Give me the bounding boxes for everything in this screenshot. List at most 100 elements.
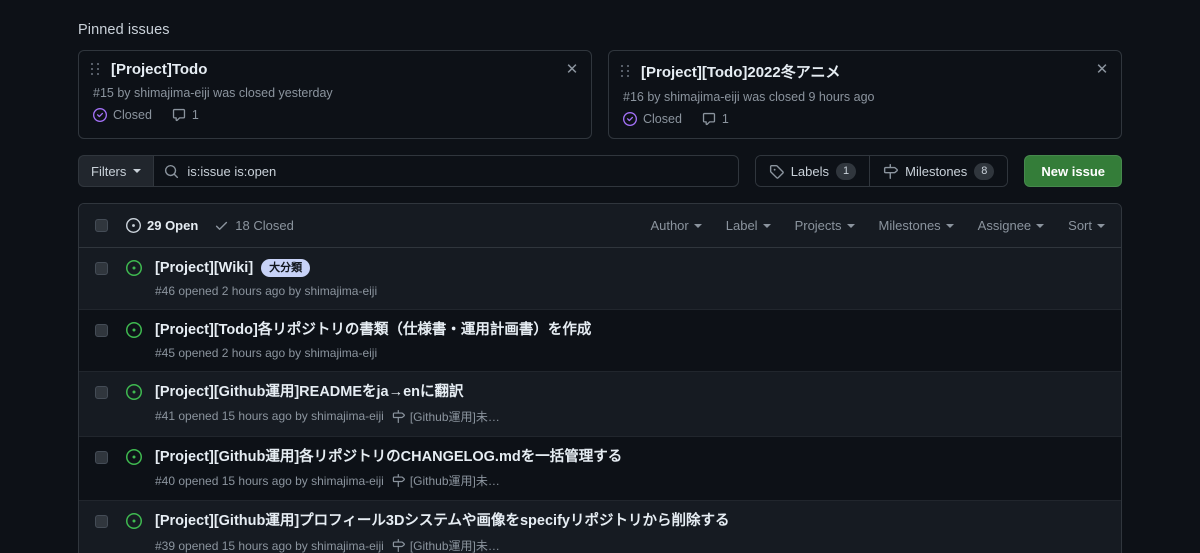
milestone-name: [Github運用]未… [409, 539, 500, 553]
issue-title[interactable]: [Project][Github運用]READMEをja→enに翻訳 [155, 383, 464, 402]
status-badge: Closed [93, 108, 152, 122]
pinned-comment-count[interactable]: 1 [702, 112, 729, 126]
issue-milestone[interactable]: [Github運用]未… [392, 537, 500, 553]
issue-opened-icon [126, 321, 142, 338]
milestones-count: 8 [974, 162, 995, 180]
pinned-issue-card[interactable]: [Project]Todo ✕ #15 by shimajima-eiji wa… [78, 50, 592, 139]
row-checkbox[interactable] [95, 385, 108, 399]
pinned-comment-value: 1 [191, 108, 199, 122]
pinned-issues-grid: [Project]Todo ✕ #15 by shimajima-eiji wa… [78, 50, 1122, 139]
sort-dropdown[interactable]: Sort [1068, 218, 1105, 233]
pinned-issue-title[interactable]: [Project][Todo]2022冬アニメ [641, 61, 1107, 82]
issue-meta: #41 opened 15 hours ago by shimajima-eij… [155, 408, 1105, 425]
search-field-wrapper[interactable] [153, 155, 739, 187]
milestones-dropdown[interactable]: Milestones [879, 218, 954, 233]
table-row[interactable]: [Project][Github運用]READMEをja→enに翻訳 #41 o… [79, 371, 1121, 437]
pinned-issue-meta: #16 by shimajima-eiji was closed 9 hours… [623, 90, 875, 104]
filter-toolbar: Filters Labels 1 Milestones [78, 155, 1122, 187]
issue-meta-text: #39 opened 15 hours ago by shimajima-eij… [155, 538, 384, 553]
issue-meta: #46 opened 2 hours ago by shimajima-eiji [155, 284, 1105, 298]
issue-title-line: [Project][Wiki] 大分類 [155, 259, 1105, 278]
close-icon[interactable]: ✕ [1095, 62, 1109, 77]
pinned-issue-state: Closed [113, 108, 152, 122]
milestone-name: [Github運用]未… [409, 409, 500, 424]
row-checkbox[interactable] [95, 323, 108, 337]
issue-label-chip[interactable]: 大分類 [261, 259, 311, 278]
comment-icon [172, 108, 186, 122]
comment-icon [702, 112, 716, 126]
issue-title[interactable]: [Project][Github運用]プロフィール3Dシステムや画像をspeci… [155, 512, 729, 531]
issue-meta-text: #46 opened 2 hours ago by shimajima-eiji [155, 283, 378, 298]
drag-handle-icon[interactable] [621, 65, 631, 79]
author-dropdown[interactable]: Author [650, 218, 702, 233]
pinned-issue-stats: Closed 1 [93, 108, 577, 122]
milestones-button[interactable]: Milestones 8 [869, 156, 1008, 186]
issue-title[interactable]: [Project][Github運用]各リポジトリのCHANGELOG.mdを一… [155, 448, 622, 467]
select-all-checkbox[interactable] [95, 219, 108, 232]
milestones-dd-label: Milestones [878, 218, 941, 233]
chevron-down-icon [846, 223, 855, 228]
issue-content: [Project][Github運用]プロフィール3Dシステムや画像をspeci… [155, 512, 1105, 553]
table-row[interactable]: [Project][Github運用]プロフィール3Dシステムや画像をspeci… [79, 501, 1121, 553]
issue-content: [Project][Wiki] 大分類 #46 opened 2 hours a… [155, 259, 1105, 298]
pinned-issue-title[interactable]: [Project]Todo [111, 61, 577, 78]
pinned-issue-meta: #15 by shimajima-eiji was closed yesterd… [93, 86, 333, 100]
issue-title[interactable]: [Project][Wiki] [155, 259, 253, 278]
tab-open-issues[interactable]: 29 Open [126, 218, 198, 233]
tab-closed-issues[interactable]: 18 Closed [214, 218, 294, 233]
issue-opened-icon [126, 260, 142, 276]
check-icon [214, 218, 229, 233]
issue-meta-text: #45 opened 2 hours ago by shimajima-eiji [155, 345, 378, 360]
search-input[interactable] [187, 163, 728, 179]
chevron-down-icon [1036, 223, 1045, 228]
label-dropdown[interactable]: Label [726, 218, 771, 233]
chevron-down-icon [693, 223, 702, 228]
issue-list-header: 29 Open 18 Closed Author Label Projects … [79, 204, 1121, 248]
labels-count: 1 [836, 162, 857, 180]
labels-milestones-group: Labels 1 Milestones 8 [754, 155, 1009, 187]
issue-opened-icon [126, 218, 141, 233]
milestone-icon [392, 409, 405, 423]
pinned-issues-heading: Pinned issues [78, 22, 170, 38]
table-row[interactable]: [Project][Todo]各リポジトリの書類（仕様書・運用計画書）を作成 #… [79, 310, 1121, 372]
pinned-card-header: [Project][Todo]2022冬アニメ [621, 61, 1107, 82]
labels-button[interactable]: Labels 1 [755, 156, 870, 186]
filters-dropdown-button[interactable]: Filters [78, 155, 154, 187]
issue-meta: #39 opened 15 hours ago by shimajima-eij… [155, 537, 1105, 553]
issue-title-line: [Project][Github運用]各リポジトリのCHANGELOG.mdを一… [155, 448, 1105, 467]
issue-content: [Project][Todo]各リポジトリの書類（仕様書・運用計画書）を作成 #… [155, 321, 1105, 360]
sort-label: Sort [1068, 218, 1092, 233]
issue-title-line: [Project][Todo]各リポジトリの書類（仕様書・運用計画書）を作成 [155, 321, 1105, 340]
table-row[interactable]: [Project][Wiki] 大分類 #46 opened 2 hours a… [79, 248, 1121, 310]
issue-title[interactable]: [Project][Todo]各リポジトリの書類（仕様書・運用計画書）を作成 [155, 321, 591, 340]
milestones-label: Milestones [905, 163, 968, 179]
drag-handle-icon[interactable] [91, 63, 101, 77]
issue-closed-icon [93, 108, 107, 122]
issue-milestone[interactable]: [Github運用]未… [392, 472, 500, 489]
assignee-dropdown[interactable]: Assignee [978, 218, 1045, 233]
labels-label: Labels [790, 163, 830, 179]
state-tabs: 29 Open 18 Closed [126, 218, 294, 233]
projects-dropdown[interactable]: Projects [795, 218, 855, 233]
issue-title-line: [Project][Github運用]プロフィール3Dシステムや画像をspeci… [155, 512, 1105, 531]
chevron-down-icon [133, 169, 142, 173]
issue-meta: #45 opened 2 hours ago by shimajima-eiji [155, 346, 1105, 360]
table-row[interactable]: [Project][Github運用]各リポジトリのCHANGELOG.mdを一… [79, 437, 1121, 502]
issue-content: [Project][Github運用]各リポジトリのCHANGELOG.mdを一… [155, 448, 1105, 490]
author-label: Author [650, 218, 689, 233]
chevron-down-icon [762, 223, 771, 228]
pinned-issues-section: Pinned issues [Project]Todo ✕ #15 by shi… [78, 22, 1122, 139]
open-issues-label: 29 Open [147, 218, 199, 233]
close-icon[interactable]: ✕ [565, 62, 579, 77]
row-checkbox[interactable] [95, 262, 108, 275]
issues-page: Pinned issues [Project]Todo ✕ #15 by shi… [0, 0, 1200, 553]
pinned-comment-count[interactable]: 1 [172, 108, 199, 122]
row-checkbox[interactable] [95, 450, 108, 464]
row-checkbox[interactable] [95, 515, 108, 529]
new-issue-button[interactable]: New issue [1024, 155, 1122, 187]
pinned-card-header: [Project]Todo [91, 61, 577, 78]
issue-milestone[interactable]: [Github運用]未… [392, 408, 500, 425]
pinned-issue-card[interactable]: [Project][Todo]2022冬アニメ ✕ #16 by shimaji… [608, 50, 1122, 139]
issue-opened-icon [126, 513, 142, 530]
chevron-down-icon [1097, 223, 1105, 228]
